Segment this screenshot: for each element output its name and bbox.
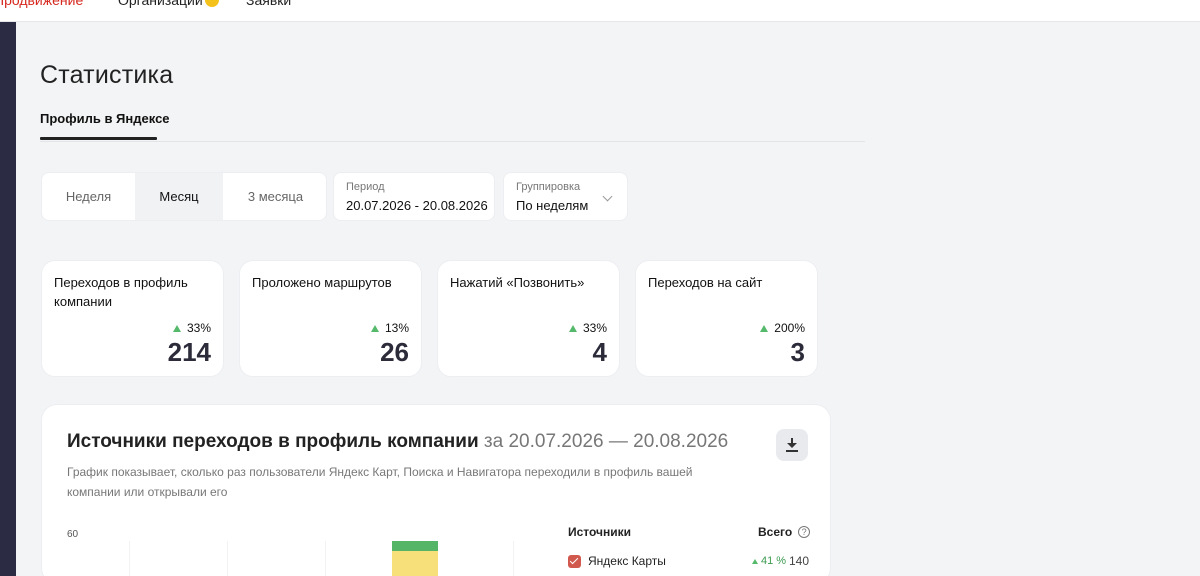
metric-title: Проложено маршрутов [252,275,392,290]
top-navigation: Продвижение Организации Заявки [0,0,1200,22]
sources-chart: 60 [67,523,527,576]
metric-title: Нажатий «Позвонить» [450,275,585,290]
metric-delta: 200% [760,321,805,335]
metric-card-calls: Нажатий «Позвонить» 33% 4 [437,260,620,377]
metric-value: 3 [790,337,805,367]
chart-gridline [325,541,326,576]
sources-title: Источники переходов в профиль компании з… [67,431,728,453]
segment-month[interactable]: Месяц [135,173,223,220]
period-value: 20.07.2026 - 20.08.2026 [346,198,488,213]
metric-delta-value: 33% [186,321,211,335]
metric-card-routes: Проложено маршрутов 13% 26 [239,260,422,377]
trend-up-icon [752,558,758,564]
metric-delta-value: 13% [384,321,409,335]
metric-card-site-visits: Переходов на сайт 200% 3 [635,260,818,377]
segment-3-months[interactable]: 3 месяца [223,173,326,220]
trend-up-icon [568,324,577,332]
chevron-down-icon [602,191,613,202]
total-column-label: Всего [758,525,793,539]
y-axis-tick: 60 [67,529,79,540]
metric-delta: 33% [568,321,607,335]
metric-delta: 13% [370,321,409,335]
segment-week[interactable]: Неделя [42,173,135,220]
tabs-divider [40,141,865,142]
tab-active-indicator [40,137,157,140]
metric-card-profile-visits: Переходов в профиль компании 33% 214 [41,260,224,377]
page-title: Статистика [40,61,174,89]
sources-description: График показывает, сколько раз пользоват… [67,465,693,499]
metric-delta-value: 200% [774,321,805,335]
period-date-field[interactable]: Период 20.07.2026 - 20.08.2026 [333,172,495,221]
chart-gridline [129,541,130,576]
metric-value: 214 [167,337,211,367]
chart-gridline [513,541,514,576]
tab-yandex-profile[interactable]: Профиль в Яндексе [40,111,170,136]
sources-card: Источники переходов в профиль компании з… [41,404,831,576]
nav-item-requests[interactable]: Заявки [246,0,291,8]
metric-title: Переходов на сайт [648,275,763,290]
trend-up-icon [172,324,181,332]
notification-badge-icon [204,0,219,7]
nav-item-organizations-label: Организации [118,0,203,8]
nav-item-organizations[interactable]: Организации [118,0,219,8]
source-total: 140 [789,554,810,568]
left-sidebar-strip [0,22,16,576]
download-icon [786,438,798,452]
grouping-select[interactable]: Группировка По неделям [503,172,628,221]
metric-value: 26 [380,337,409,367]
grouping-value: По неделям [516,198,589,213]
metric-title: Переходов в профиль компании [54,275,188,309]
period-segmented-control: Неделя Месяц 3 месяца [41,172,327,221]
source-delta-value: 41 % [761,555,787,567]
source-name: Яндекс Карты [588,554,666,568]
source-delta: 41 % [752,555,786,567]
trend-up-icon [760,324,769,332]
trend-up-icon [370,324,379,332]
sources-date-range: за 20.07.2026 — 20.08.2026 [483,431,729,452]
question-circle-icon[interactable]: ? [798,526,811,538]
metric-value: 4 [592,337,607,367]
source-checkbox[interactable] [568,555,581,568]
sources-column-header: Источники [568,525,632,539]
total-column-header: Всего? [758,525,811,539]
metric-delta-value: 33% [582,321,607,335]
sources-title-text: Источники переходов в профиль компании [67,431,479,452]
chart-bar-segment[interactable] [392,551,438,576]
download-button[interactable] [776,429,808,461]
grouping-label: Группировка [516,181,581,193]
period-label: Период [346,181,385,193]
nav-item-promotion[interactable]: Продвижение [0,0,83,8]
chart-bar-segment[interactable] [392,541,438,551]
source-row-yandex-maps: Яндекс Карты 41 % 140 [568,552,810,572]
metric-delta: 33% [172,321,211,335]
chart-gridline [227,541,228,576]
